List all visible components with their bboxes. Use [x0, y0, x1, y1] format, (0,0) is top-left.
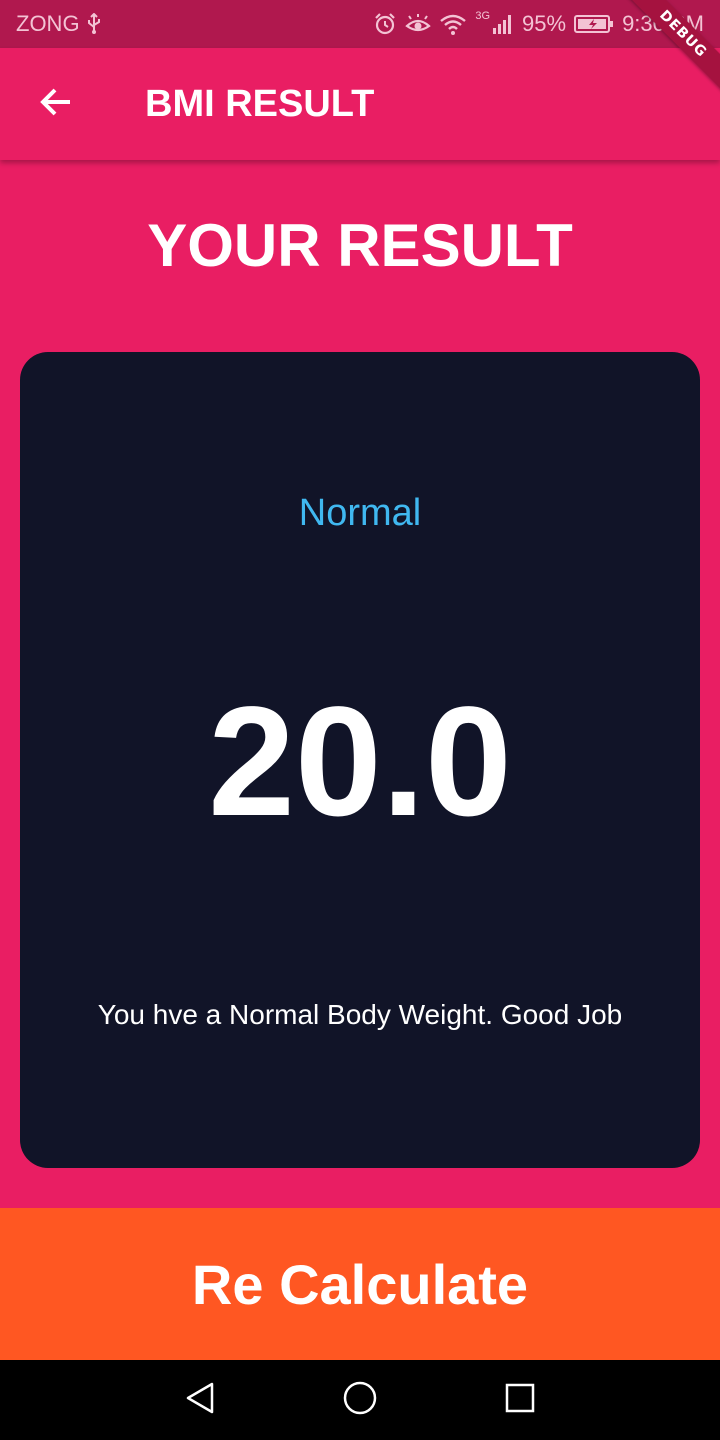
back-triangle-icon — [182, 1380, 218, 1421]
arrow-back-icon — [38, 84, 74, 125]
usb-icon — [86, 13, 102, 35]
back-button[interactable] — [24, 72, 88, 136]
battery-percent: 95% — [522, 11, 567, 36]
status-bar: ZONG 3G 95% DEBUG — [0, 0, 720, 96]
recalculate-button[interactable]: Re Calculate — [0, 1208, 720, 1360]
nav-recents-button[interactable] — [500, 1380, 540, 1420]
eye-comfort-icon — [405, 12, 432, 36]
wifi-icon — [439, 12, 467, 36]
bmi-status: Normal — [298, 492, 422, 534]
result-heading: YOUR RESULT — [147, 212, 573, 279]
recalculate-label: Re Calculate — [191, 1252, 529, 1316]
bmi-value: 20.0 — [208, 675, 512, 849]
page-title: BMI RESULT — [145, 83, 375, 125]
nav-back-button[interactable] — [180, 1380, 220, 1420]
result-card: Normal 20.0 You hve a Normal Body Weight… — [20, 352, 700, 1168]
carrier-name: ZONG — [16, 11, 80, 36]
recents-square-icon — [502, 1380, 538, 1421]
nav-home-button[interactable] — [340, 1380, 380, 1420]
navigation-bar — [0, 1360, 720, 1440]
bmi-message: You hve a Normal Body Weight. Good Job — [97, 999, 623, 1030]
battery-charging-icon — [574, 14, 614, 34]
home-circle-icon — [342, 1380, 378, 1421]
network-type: 3G — [475, 10, 491, 22]
status-left: ZONG — [16, 11, 102, 37]
app-bar: BMI RESULT — [0, 48, 720, 160]
alarm-icon — [373, 12, 397, 36]
signal-icon — [492, 13, 514, 35]
